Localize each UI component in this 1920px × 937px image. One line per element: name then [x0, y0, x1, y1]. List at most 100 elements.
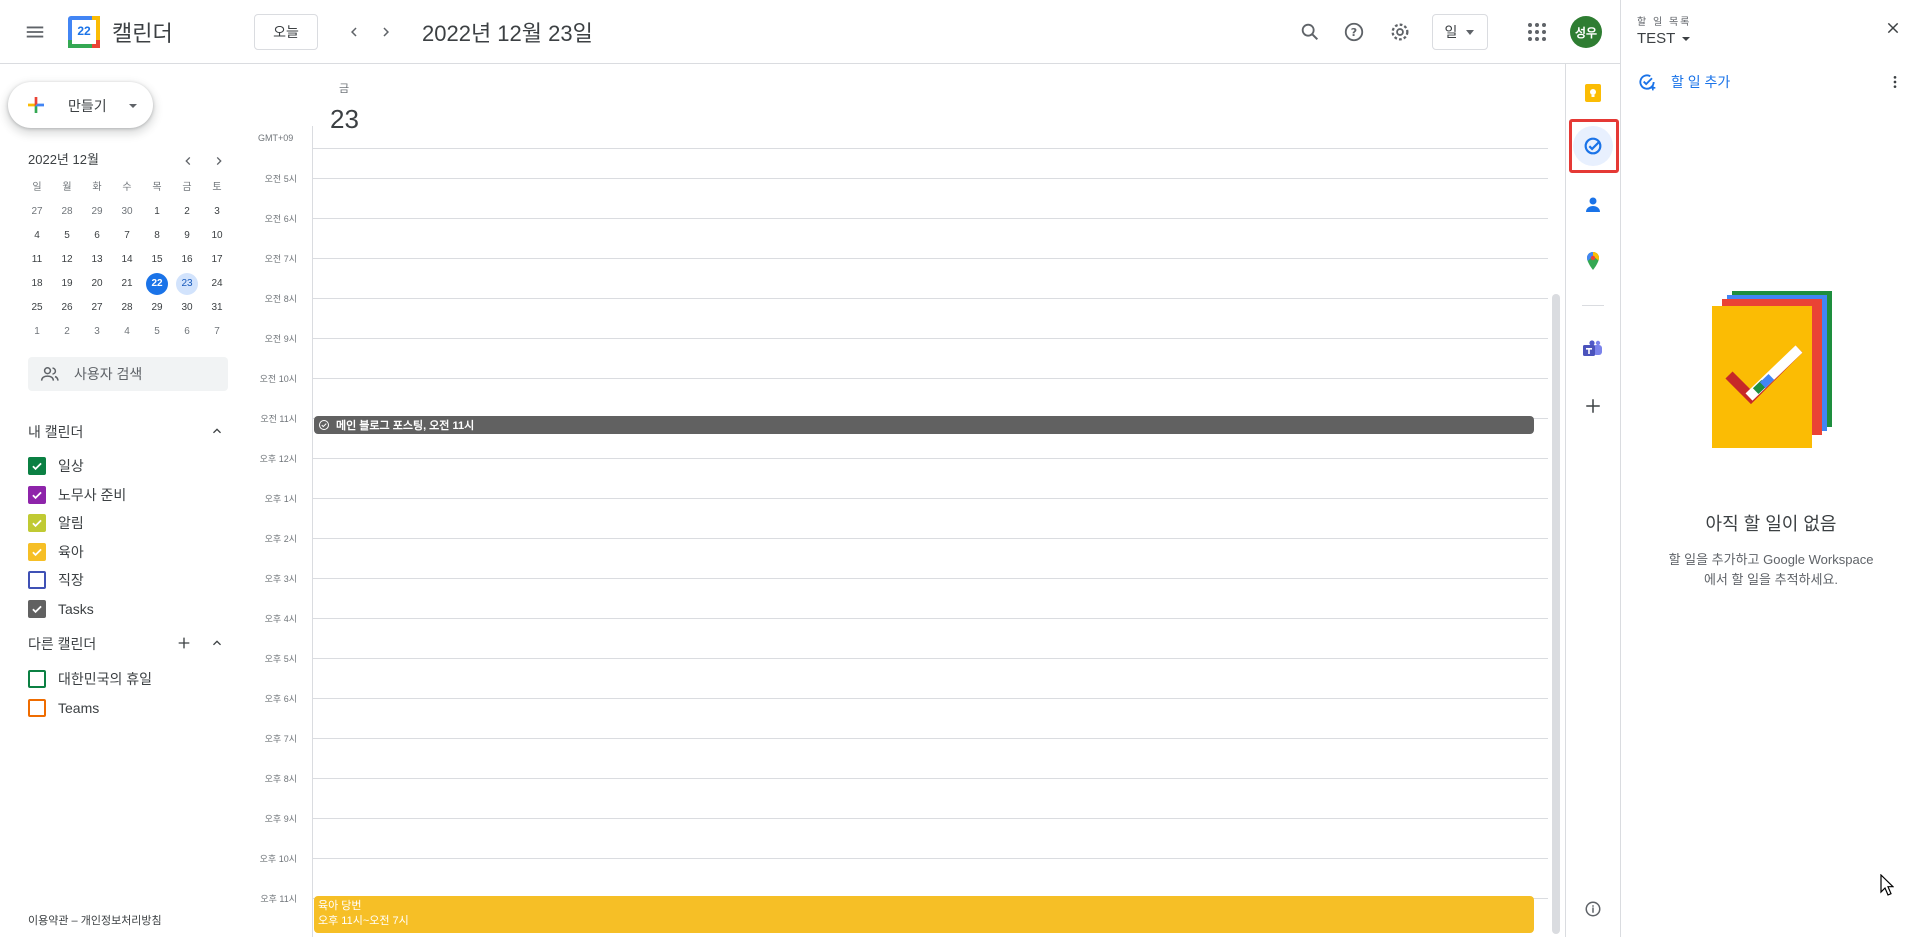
- checkbox-unchecked-icon[interactable]: [28, 698, 46, 717]
- mini-calendar-day[interactable]: 18: [22, 272, 52, 296]
- mini-calendar-day[interactable]: 21: [112, 272, 142, 296]
- checkbox-checked-icon[interactable]: [28, 457, 46, 475]
- mini-calendar-day[interactable]: 29: [82, 200, 112, 224]
- mini-calendar-day[interactable]: 16: [172, 248, 202, 272]
- calendar-item[interactable]: Teams: [28, 696, 99, 720]
- mini-calendar-day[interactable]: 30: [112, 200, 142, 224]
- mini-calendar-day[interactable]: 3: [202, 200, 232, 224]
- mini-calendar-day-number: 7: [214, 326, 220, 337]
- mini-calendar-day[interactable]: 15: [142, 248, 172, 272]
- calendar-item[interactable]: 노무사 준비: [28, 483, 126, 507]
- mini-calendar-day[interactable]: 20: [82, 272, 112, 296]
- mini-calendar-day[interactable]: 11: [22, 248, 52, 272]
- keep-icon[interactable]: [1573, 73, 1613, 113]
- checkbox-unchecked-icon[interactable]: [28, 571, 46, 589]
- mini-calendar-day[interactable]: 2: [52, 320, 82, 344]
- view-select[interactable]: 일: [1432, 14, 1488, 50]
- mini-calendar-day[interactable]: 30: [172, 296, 202, 320]
- mini-calendar-day[interactable]: 24: [202, 272, 232, 296]
- mini-calendar-day[interactable]: 5: [52, 224, 82, 248]
- mini-calendar-day[interactable]: 6: [172, 320, 202, 344]
- close-icon[interactable]: [1877, 12, 1909, 44]
- gear-icon[interactable]: [1380, 12, 1420, 52]
- calendar-logo-icon[interactable]: 22: [68, 16, 100, 48]
- task-list-selector[interactable]: TEST: [1637, 30, 1691, 47]
- mini-calendar-day[interactable]: 7: [202, 320, 232, 344]
- mini-calendar-day[interactable]: 3: [82, 320, 112, 344]
- mini-calendar-day[interactable]: 10: [202, 224, 232, 248]
- mini-calendar-day[interactable]: 2: [172, 200, 202, 224]
- calendar-item-label: Teams: [58, 699, 100, 716]
- calendar-item[interactable]: 육아: [28, 540, 84, 564]
- calendar-item[interactable]: 대한민국의 휴일: [28, 667, 152, 691]
- contacts-icon[interactable]: [1573, 185, 1613, 225]
- chevron-up-icon[interactable]: [202, 630, 232, 656]
- mini-calendar-day[interactable]: 1: [22, 320, 52, 344]
- mini-calendar-day[interactable]: 4: [112, 320, 142, 344]
- mini-calendar-day[interactable]: 28: [52, 200, 82, 224]
- mini-calendar-day[interactable]: 6: [82, 224, 112, 248]
- search-icon[interactable]: [1290, 12, 1330, 52]
- checkbox-checked-icon[interactable]: [28, 514, 46, 532]
- mini-calendar-day[interactable]: 23: [172, 272, 202, 296]
- my-calendars-title[interactable]: 내 캘린더: [28, 422, 83, 442]
- apps-grid-icon[interactable]: [1517, 12, 1557, 52]
- mini-calendar-day[interactable]: 17: [202, 248, 232, 272]
- mini-calendar-day[interactable]: 31: [202, 296, 232, 320]
- mini-calendar-day[interactable]: 12: [52, 248, 82, 272]
- today-button[interactable]: 오늘: [254, 14, 318, 50]
- weekday-label: 수: [122, 182, 132, 193]
- info-icon[interactable]: [1573, 889, 1613, 929]
- mini-calendar-day[interactable]: 1: [142, 200, 172, 224]
- task-event[interactable]: 메인 블로그 포스팅, 오전 11시: [314, 416, 1534, 434]
- create-button[interactable]: 만들기: [8, 82, 153, 128]
- main-menu-icon[interactable]: [15, 12, 55, 52]
- next-day-icon[interactable]: [366, 12, 406, 52]
- checkbox-checked-icon[interactable]: [28, 542, 46, 561]
- mini-calendar-day[interactable]: 5: [142, 320, 172, 344]
- checkbox-unchecked-icon[interactable]: [28, 670, 46, 688]
- mini-calendar-day[interactable]: 14: [112, 248, 142, 272]
- scrollbar[interactable]: [1552, 294, 1560, 934]
- hour-line: [312, 218, 1548, 219]
- mini-calendar-day[interactable]: 7: [112, 224, 142, 248]
- teams-icon[interactable]: [1573, 330, 1613, 370]
- mini-calendar-day[interactable]: 29: [142, 296, 172, 320]
- mini-next-month-icon[interactable]: [205, 147, 233, 175]
- footer-links[interactable]: 이용약관 – 개인정보처리방침: [28, 912, 162, 928]
- help-icon[interactable]: ?: [1334, 12, 1374, 52]
- mini-calendar-day[interactable]: 28: [112, 296, 142, 320]
- checkbox-checked-icon[interactable]: [28, 485, 46, 504]
- mini-prev-month-icon[interactable]: [174, 147, 202, 175]
- more-vert-icon[interactable]: [1881, 66, 1909, 98]
- mini-calendar-day[interactable]: 8: [142, 224, 172, 248]
- calendar-item[interactable]: 알림: [28, 511, 84, 535]
- day-number[interactable]: 23: [330, 104, 359, 135]
- avatar[interactable]: 성우: [1570, 16, 1602, 48]
- chevron-up-icon[interactable]: [202, 418, 232, 444]
- add-task-button[interactable]: 할 일 추가: [1637, 72, 1730, 92]
- other-calendars-title[interactable]: 다른 캘린더: [28, 634, 96, 654]
- calendar-item[interactable]: Tasks: [28, 597, 94, 621]
- night-event[interactable]: 육아 당번 오후 11시~오전 7시: [314, 896, 1534, 933]
- add-calendar-icon[interactable]: [170, 630, 198, 656]
- mini-calendar-day[interactable]: 22: [142, 272, 172, 296]
- calendar-item[interactable]: 일상: [28, 454, 84, 478]
- add-addon-icon[interactable]: [1573, 386, 1613, 426]
- calendar-item[interactable]: 직장: [28, 568, 84, 592]
- checkbox-checked-icon[interactable]: [28, 599, 46, 618]
- add-task-icon: [1639, 74, 1656, 91]
- mini-calendar-day[interactable]: 19: [52, 272, 82, 296]
- mini-calendar-day[interactable]: 9: [172, 224, 202, 248]
- mini-calendar-day[interactable]: 27: [82, 296, 112, 320]
- mini-calendar-day-number: 24: [211, 278, 223, 289]
- maps-icon[interactable]: [1573, 241, 1613, 281]
- mini-calendar-day[interactable]: 4: [22, 224, 52, 248]
- mini-calendar-day[interactable]: 13: [82, 248, 112, 272]
- mini-calendar-day-number: 20: [91, 278, 103, 289]
- mini-calendar-day[interactable]: 26: [52, 296, 82, 320]
- mini-calendar-day[interactable]: 27: [22, 200, 52, 224]
- mini-calendar-day[interactable]: 25: [22, 296, 52, 320]
- user-search-input[interactable]: 사용자 검색: [28, 357, 228, 391]
- mini-calendar-day-number: 3: [214, 206, 220, 217]
